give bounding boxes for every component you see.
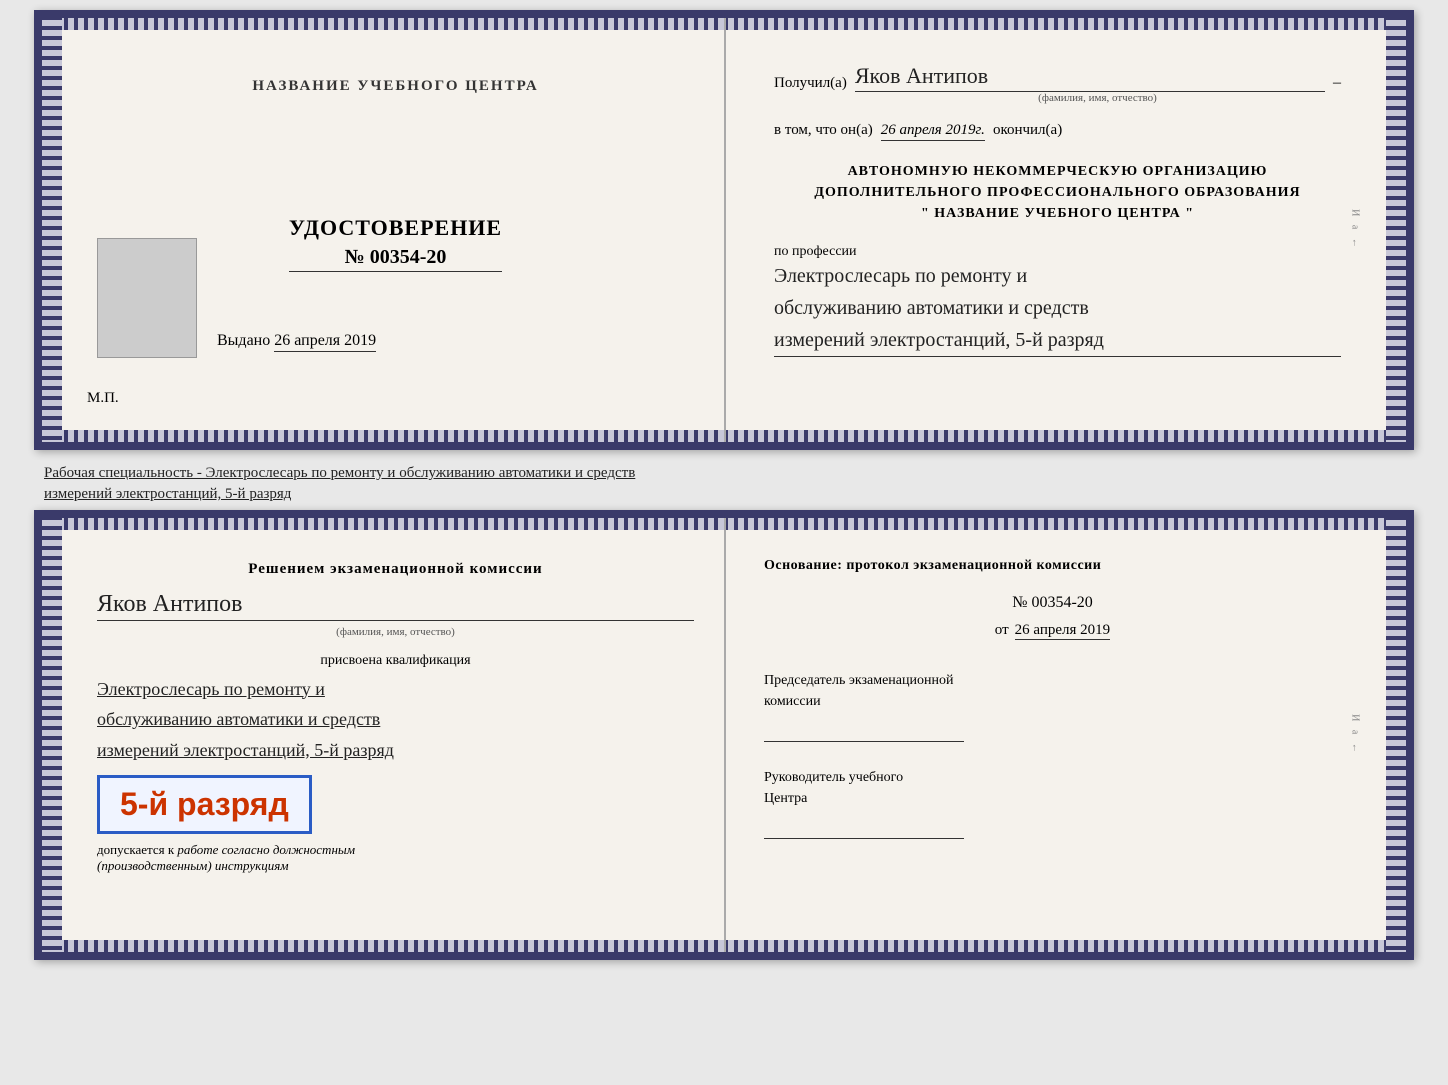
допускается-text2: (производственным) инструкциям — [97, 858, 694, 874]
left-decorative-band-2 — [42, 518, 62, 952]
profession-line1: Электрослесарь по ремонту и — [774, 260, 1341, 292]
protocol-number: № 00354-20 — [764, 594, 1341, 612]
side-text-bottom: И а ← — [1350, 714, 1361, 756]
predsedatel-block: Председатель экзаменационной комиссии — [764, 670, 1341, 742]
completed-date: 26 апреля 2019г. — [881, 122, 985, 141]
top-document: НАЗВАНИЕ УЧЕБНОГО ЦЕНТРА УДОСТОВЕРЕНИЕ №… — [34, 10, 1414, 450]
completed-row: в том, что он(а) 26 апреля 2019г. окончи… — [774, 122, 1341, 141]
predsedatel-label: Председатель экзаменационной — [764, 670, 1341, 691]
issued-date: 26 апреля 2019 — [274, 332, 376, 352]
rukov-block: Руководитель учебного Центра — [764, 767, 1341, 839]
protocol-date-row: от 26 апреля 2019 — [764, 622, 1341, 640]
mp-label: М.П. — [87, 390, 119, 407]
org-block: АВТОНОМНУЮ НЕКОММЕРЧЕСКУЮ ОРГАНИЗАЦИЮ ДО… — [774, 161, 1341, 224]
recipient-label: Получил(а) — [774, 75, 847, 92]
protocol-number-text: № 00354-20 — [1012, 594, 1093, 611]
qual-line1: Электрослесарь по ремонту и — [97, 674, 694, 705]
fio-subtitle-top: (фамилия, имя, отчество) — [874, 92, 1321, 104]
right-decorative-band — [1386, 18, 1406, 442]
qual-line2: обслуживанию автоматики и средств — [97, 704, 694, 735]
bottom-right-page: Основание: протокол экзаменационной коми… — [724, 538, 1381, 932]
recipient-name: Яков Антипов — [855, 63, 1325, 92]
photo-placeholder — [97, 238, 197, 358]
date-prefix: от — [995, 622, 1009, 639]
org-line1: АВТОНОМНУЮ НЕКОММЕРЧЕСКУЮ ОРГАНИЗАЦИЮ — [774, 161, 1341, 182]
middle-line2: измерений электростанций, 5-й разряд — [44, 484, 1404, 505]
dash: – — [1333, 74, 1341, 92]
profession-text: Электрослесарь по ремонту и обслуживанию… — [774, 260, 1341, 357]
qual-text: Электрослесарь по ремонту и обслуживанию… — [97, 674, 694, 766]
center-name-top-left: НАЗВАНИЕ УЧЕБНОГО ЦЕНТРА — [252, 78, 538, 95]
top-left-page: НАЗВАНИЕ УЧЕБНОГО ЦЕНТРА УДОСТОВЕРЕНИЕ №… — [67, 38, 724, 422]
cert-number: № 00354-20 — [289, 246, 502, 272]
issued-row: Выдано 26 апреля 2019 — [217, 332, 376, 352]
bottom-document: Решением экзаменационной комиссии Яков А… — [34, 510, 1414, 960]
profession-line3: измерений электростанций, 5-й разряд — [774, 324, 1341, 356]
rukov-label: Руководитель учебного — [764, 767, 1341, 788]
rukov-signature-line — [764, 819, 964, 839]
qualification-label: присвоена квалификация — [97, 653, 694, 669]
person-name-bottom: Яков Антипов — [97, 591, 694, 621]
bottom-left-page: Решением экзаменационной комиссии Яков А… — [67, 538, 724, 932]
completed-label: в том, что он(а) — [774, 122, 873, 139]
osnov-label: Основание: протокол экзаменационной коми… — [764, 558, 1341, 574]
profession-label: по профессии — [774, 244, 1341, 260]
middle-text-block: Рабочая специальность - Электрослесарь п… — [34, 458, 1414, 510]
left-decorative-band — [42, 18, 62, 442]
middle-line1: Рабочая специальность - Электрослесарь п… — [44, 463, 1404, 484]
predsedatel-signature-line — [764, 722, 964, 742]
commission-title: Решением экзаменационной комиссии — [97, 558, 694, 581]
допускается-row: допускается к работе согласно должностны… — [97, 842, 694, 858]
profession-line2: обслуживанию автоматики и средств — [774, 292, 1341, 324]
completed-suffix: окончил(а) — [993, 122, 1062, 139]
cert-label: УДОСТОВЕРЕНИЕ — [289, 215, 502, 241]
predsedatel-label2: комиссии — [764, 691, 1341, 712]
org-line2: ДОПОЛНИТЕЛЬНОГО ПРОФЕССИОНАЛЬНОГО ОБРАЗО… — [774, 182, 1341, 203]
fio-subtitle-bottom: (фамилия, имя, отчество) — [97, 626, 694, 638]
recipient-row: Получил(а) Яков Антипов – — [774, 63, 1341, 92]
qual-line3: измерений электростанций, 5-й разряд — [97, 735, 694, 766]
rukov-label2: Центра — [764, 788, 1341, 809]
допускается-text: работе согласно должностным — [177, 842, 355, 857]
допускается-label: допускается к — [97, 842, 174, 857]
rank-badge: 5-й разряд — [97, 775, 312, 834]
top-right-page: Получил(а) Яков Антипов – (фамилия, имя,… — [724, 38, 1381, 422]
rank-text: 5-й разряд — [120, 786, 289, 822]
side-text-top: И а ← — [1350, 209, 1361, 251]
right-decorative-band-2 — [1386, 518, 1406, 952]
org-line3: " НАЗВАНИЕ УЧЕБНОГО ЦЕНТРА " — [774, 203, 1341, 224]
protocol-date: 26 апреля 2019 — [1015, 622, 1111, 640]
issued-label: Выдано — [217, 332, 270, 350]
